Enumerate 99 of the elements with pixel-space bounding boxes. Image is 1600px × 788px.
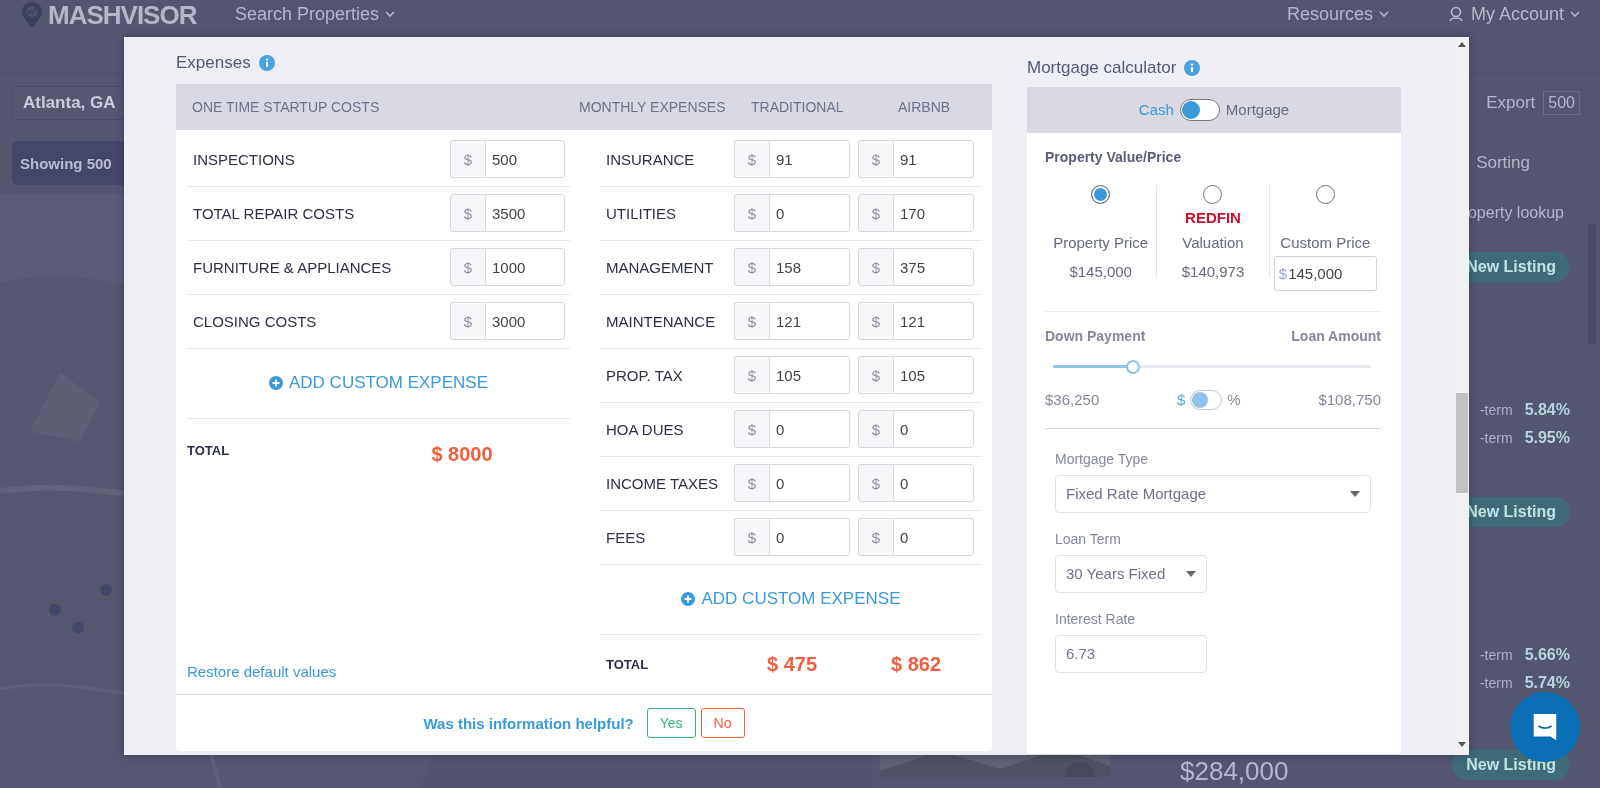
expense-label: PROP. TAX <box>605 366 684 384</box>
currency-prefix: $ <box>858 356 893 395</box>
currency-prefix: $ <box>858 248 893 287</box>
option-label: Custom Price <box>1280 233 1371 251</box>
currency-prefix: $ <box>734 356 769 395</box>
amount-field[interactable]: 121 <box>769 302 850 341</box>
expense-label: FURNITURE & APPLIANCES <box>192 258 393 276</box>
nav-link[interactable]: My Account <box>1448 0 1580 28</box>
rate-value: 5.95% <box>1524 429 1570 447</box>
field-label: Mortgage Type <box>1055 450 1150 467</box>
export-link[interactable]: Export <box>1486 93 1536 113</box>
option-label: Valuation <box>1182 233 1244 251</box>
rate-label: -term <box>1479 402 1513 418</box>
rate-label: -term <box>1479 430 1513 446</box>
amount-field[interactable]: 0 <box>893 464 974 503</box>
currency-prefix: $ <box>858 194 893 233</box>
currency-prefix: $ <box>858 140 893 179</box>
currency-prefix: $ <box>734 410 769 449</box>
field-label: Interest Rate <box>1055 610 1137 627</box>
currency-prefix: $ <box>858 302 893 341</box>
amount-field[interactable]: 0 <box>769 464 850 503</box>
option-label: Property Price <box>1053 233 1149 251</box>
amount-field[interactable]: 1000 <box>485 248 565 287</box>
expense-label: CLOSING COSTS <box>192 312 318 330</box>
currency-prefix: $ <box>734 194 769 233</box>
amount-field[interactable]: 105 <box>893 356 974 395</box>
logo: MASHVISOR <box>48 0 197 30</box>
currency-prefix: $ <box>734 140 769 179</box>
column-header: AIRBNB <box>898 98 951 115</box>
field-label: Down Payment <box>1045 327 1146 344</box>
amount-field[interactable]: 3500 <box>485 194 565 233</box>
field-label: Property Value/Price <box>1045 148 1183 165</box>
option-value: $140,973 <box>1181 262 1245 280</box>
expense-label: MANAGEMENT <box>605 258 715 276</box>
currency-prefix: $ <box>734 518 769 557</box>
unit-label: $ <box>1177 391 1186 409</box>
section-title: Expenses <box>176 53 251 73</box>
rate-label: -term <box>1479 647 1513 663</box>
amount-text: $36,250 <box>1045 391 1100 409</box>
amount-text: $108,750 <box>1318 391 1381 409</box>
amount-field[interactable]: 0 <box>769 410 850 449</box>
expense-label: FEES <box>605 528 647 546</box>
rate-value: 5.74% <box>1524 674 1570 692</box>
count-badge: 500 <box>1543 91 1580 115</box>
currency-prefix: $ <box>858 410 893 449</box>
currency-prefix: $ <box>734 464 769 503</box>
currency-prefix: $ <box>734 302 769 341</box>
rate-value: 5.66% <box>1524 646 1570 664</box>
rate-label: -term <box>1479 675 1513 691</box>
amount-field[interactable]: 105 <box>769 356 850 395</box>
expense-label: MAINTENANCE <box>605 312 717 330</box>
nav-link[interactable]: Search Properties <box>235 0 396 28</box>
expense-label: UTILITIES <box>605 204 677 222</box>
nav-link[interactable]: Resources <box>1286 0 1389 28</box>
amount-field[interactable]: 3000 <box>485 302 565 341</box>
amount-field[interactable]: 0 <box>769 518 850 557</box>
expense-label: INSPECTIONS <box>192 150 296 168</box>
brand-logo: REDFIN <box>1185 207 1241 228</box>
expense-label: HOA DUES <box>605 420 685 438</box>
lookup-link[interactable]: operty lookup <box>1467 194 1564 232</box>
amount-field[interactable]: 375 <box>893 248 974 287</box>
currency-prefix: $ <box>450 194 485 233</box>
price-field[interactable]: $145,000 <box>1273 255 1377 291</box>
currency-prefix: $ <box>450 302 485 341</box>
currency-prefix: $ <box>734 248 769 287</box>
currency-prefix: $ <box>858 464 893 503</box>
amount-field[interactable]: 500 <box>485 140 565 179</box>
amount-field[interactable]: 170 <box>893 194 974 233</box>
currency-prefix: $ <box>450 140 485 179</box>
total-amount: $ 8000 <box>430 442 494 466</box>
option-value: $145,000 <box>1069 262 1132 280</box>
column-header: ONE TIME STARTUP COSTS <box>192 98 381 115</box>
amount-field[interactable]: 0 <box>893 518 974 557</box>
currency-prefix: $ <box>450 248 485 287</box>
column-header: MONTHLY EXPENSES <box>579 98 727 115</box>
mode-label[interactable]: Mortgage <box>1225 101 1290 119</box>
total-amount: $ 862 <box>889 653 943 677</box>
total-amount: $ 475 <box>765 653 819 677</box>
unit-label: % <box>1227 391 1241 409</box>
total-label: TOTAL <box>605 657 650 673</box>
amount-field[interactable]: 121 <box>893 302 974 341</box>
expense-label: INCOME TAXES <box>605 474 719 492</box>
amount-field[interactable]: 0 <box>893 410 974 449</box>
sorting-label[interactable]: Sorting <box>1476 153 1530 173</box>
amount-field[interactable]: 91 <box>893 140 974 179</box>
amount-field[interactable]: 0 <box>769 194 850 233</box>
currency-prefix: $ <box>858 518 893 557</box>
expense-label: INSURANCE <box>605 150 696 168</box>
column-header: TRADITIONAL <box>751 98 845 115</box>
listing-price: $284,000 <box>1180 756 1289 787</box>
amount-field[interactable]: 158 <box>769 248 850 287</box>
total-label: TOTAL <box>187 442 231 458</box>
rate-value: 5.84% <box>1524 401 1570 419</box>
amount-field[interactable]: 91 <box>769 140 850 179</box>
section-title: Mortgage calculator <box>1027 58 1177 78</box>
field-label: Loan Term <box>1055 530 1122 547</box>
feedback-question: Was this information helpful? <box>423 714 634 732</box>
field-label: Loan Amount <box>1291 327 1381 344</box>
expense-label: TOTAL REPAIR COSTS <box>192 204 356 222</box>
